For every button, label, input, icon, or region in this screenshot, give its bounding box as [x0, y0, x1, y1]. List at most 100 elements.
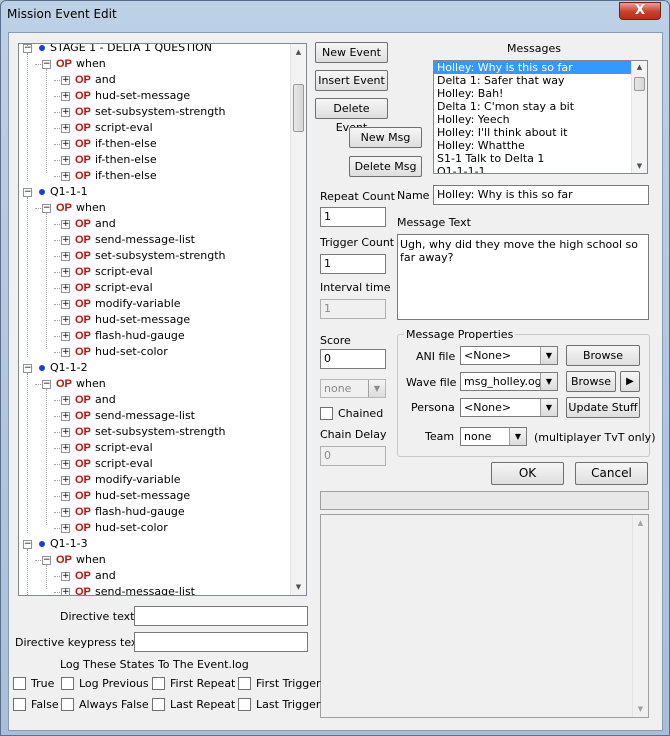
scroll-down-icon[interactable]: ▼ — [633, 701, 648, 717]
tree-operator-item[interactable]: + OP send-message-list — [19, 408, 292, 424]
tree-operator-item[interactable]: + OP set-subsystem-strength — [19, 104, 292, 120]
event-team-combo[interactable]: none ▼ — [320, 379, 386, 398]
log-option-checkbox[interactable] — [13, 677, 26, 690]
tree-operator-item[interactable]: + OP if-then-else — [19, 168, 292, 184]
log-option-checkbox[interactable] — [238, 677, 251, 690]
expand-icon[interactable]: + — [61, 300, 70, 309]
log-option-checkbox[interactable] — [61, 677, 74, 690]
tree-event-item[interactable]: − Q1-1-3 — [19, 536, 292, 552]
tree-operator-item[interactable]: + OP flash-hud-gauge — [19, 328, 292, 344]
scroll-up-icon[interactable]: ▲ — [632, 61, 647, 74]
expand-icon[interactable]: + — [61, 524, 70, 533]
title-bar[interactable]: Mission Event Edit X — [1, 1, 669, 27]
play-wave-button[interactable]: ▶ — [620, 371, 640, 392]
collapse-icon[interactable]: − — [23, 364, 32, 373]
message-list-item[interactable]: Holley: I'll think about it — [434, 126, 631, 139]
expand-icon[interactable]: + — [61, 108, 70, 117]
event-tree[interactable]: − STAGE 1 - DELTA 1 QUESTION − OP when + OP and… — [18, 43, 307, 596]
log-option-checkbox[interactable] — [13, 698, 26, 711]
expand-icon[interactable]: + — [61, 124, 70, 133]
expand-icon[interactable]: + — [61, 396, 70, 405]
tree-operator-item[interactable]: + OP and — [19, 392, 292, 408]
scroll-down-icon[interactable]: ▼ — [632, 160, 647, 173]
collapse-icon[interactable]: − — [42, 60, 51, 69]
tree-operator-item[interactable]: + OP hud-set-message — [19, 88, 292, 104]
tree-operator-item[interactable]: + OP script-eval — [19, 280, 292, 296]
messages-scrollbar[interactable]: ▲ ▼ — [631, 61, 647, 173]
expand-icon[interactable]: + — [61, 348, 70, 357]
score-input[interactable]: 0 — [320, 349, 386, 369]
event-tree-scrollbar[interactable]: ▲ ▼ — [290, 44, 306, 595]
scroll-thumb[interactable] — [293, 84, 304, 132]
delete-event-button[interactable]: Delete Event — [315, 98, 388, 134]
tree-operator-item[interactable]: + OP and — [19, 216, 292, 232]
tree-operator-item[interactable]: + OP hud-set-message — [19, 488, 292, 504]
expand-icon[interactable]: + — [61, 508, 70, 517]
message-list-item[interactable]: Q1-1-1-1 — [434, 165, 631, 173]
expand-icon[interactable]: + — [61, 316, 70, 325]
tree-operator-item[interactable]: + OP send-message-list — [19, 232, 292, 248]
message-list-item[interactable]: S1-1 Talk to Delta 1 — [434, 152, 631, 165]
message-list-item[interactable]: Delta 1: Safer that way — [434, 74, 631, 87]
log-option-checkbox[interactable] — [61, 698, 74, 711]
scroll-up-icon[interactable]: ▲ — [291, 44, 306, 60]
collapse-icon[interactable]: − — [42, 380, 51, 389]
expand-icon[interactable]: + — [61, 92, 70, 101]
cancel-button[interactable]: Cancel — [575, 462, 648, 485]
chain-delay-input[interactable]: 0 — [320, 446, 386, 466]
insert-event-button[interactable]: Insert Event — [315, 70, 388, 91]
tree-operator-item[interactable]: − OP when — [19, 200, 292, 216]
tree-operator-item[interactable]: + OP if-then-else — [19, 152, 292, 168]
expand-icon[interactable]: + — [61, 76, 70, 85]
message-name-input[interactable]: Holley: Why is this so far — [433, 185, 649, 205]
new-event-button[interactable]: New Event — [315, 42, 388, 63]
collapse-icon[interactable]: − — [23, 188, 32, 197]
wave-browse-button[interactable]: Browse — [566, 371, 616, 392]
scroll-thumb[interactable] — [634, 77, 645, 91]
collapse-icon[interactable]: − — [42, 556, 51, 565]
scroll-down-icon[interactable]: ▼ — [291, 579, 306, 595]
tree-operator-item[interactable]: + OP set-subsystem-strength — [19, 248, 292, 264]
directive-keypress-input[interactable] — [134, 632, 308, 652]
scroll-up-icon[interactable]: ▲ — [633, 515, 648, 531]
tree-operator-item[interactable]: + OP if-then-else — [19, 136, 292, 152]
tree-operator-item[interactable]: + OP modify-variable — [19, 472, 292, 488]
tree-operator-item[interactable]: + OP and — [19, 72, 292, 88]
tree-operator-item[interactable]: + OP modify-variable — [19, 296, 292, 312]
trigger-count-input[interactable]: 1 — [320, 254, 386, 274]
persona-combo[interactable]: <None> ▼ — [460, 398, 558, 417]
expand-icon[interactable]: + — [61, 460, 70, 469]
tree-operator-item[interactable]: + OP hud-set-color — [19, 344, 292, 360]
expand-icon[interactable]: + — [61, 156, 70, 165]
tree-operator-item[interactable]: + OP script-eval — [19, 120, 292, 136]
expand-icon[interactable]: + — [61, 492, 70, 501]
expand-icon[interactable]: + — [61, 140, 70, 149]
help-panel[interactable]: ▲ ▼ — [320, 514, 649, 718]
tree-operator-item[interactable]: − OP when — [19, 56, 292, 72]
expand-icon[interactable]: + — [61, 332, 70, 341]
message-list-item[interactable]: Holley: Whatthe — [434, 139, 631, 152]
expand-icon[interactable]: + — [61, 172, 70, 181]
interval-time-input[interactable]: 1 — [320, 299, 386, 319]
tree-operator-item[interactable]: + OP hud-set-color — [19, 520, 292, 536]
tree-operator-item[interactable]: − OP when — [19, 376, 292, 392]
message-list-item[interactable]: Holley: Why is this so far — [434, 61, 631, 74]
expand-icon[interactable]: + — [61, 252, 70, 261]
message-list-item[interactable]: Holley: Bah! — [434, 87, 631, 100]
log-option-checkbox[interactable] — [152, 698, 165, 711]
collapse-icon[interactable]: − — [23, 540, 32, 549]
ok-button[interactable]: OK — [491, 462, 564, 485]
message-list-item[interactable]: Holley: Yeech — [434, 113, 631, 126]
wave-file-combo[interactable]: msg_holley.ogg ▼ — [460, 372, 558, 391]
ani-file-combo[interactable]: <None> ▼ — [460, 346, 558, 365]
tree-event-item[interactable]: − Q1-1-1 — [19, 184, 292, 200]
tree-operator-item[interactable]: − OP when — [19, 552, 292, 568]
new-msg-button[interactable]: New Msg — [349, 127, 422, 148]
tree-operator-item[interactable]: + OP hud-set-message — [19, 312, 292, 328]
update-stuff-button[interactable]: Update Stuff — [566, 397, 640, 418]
repeat-count-input[interactable]: 1 — [320, 207, 386, 227]
help-panel-scrollbar[interactable]: ▲ ▼ — [632, 515, 648, 717]
expand-icon[interactable]: + — [61, 588, 70, 595]
expand-icon[interactable]: + — [61, 428, 70, 437]
tree-event-item[interactable]: − STAGE 1 - DELTA 1 QUESTION — [19, 44, 292, 56]
